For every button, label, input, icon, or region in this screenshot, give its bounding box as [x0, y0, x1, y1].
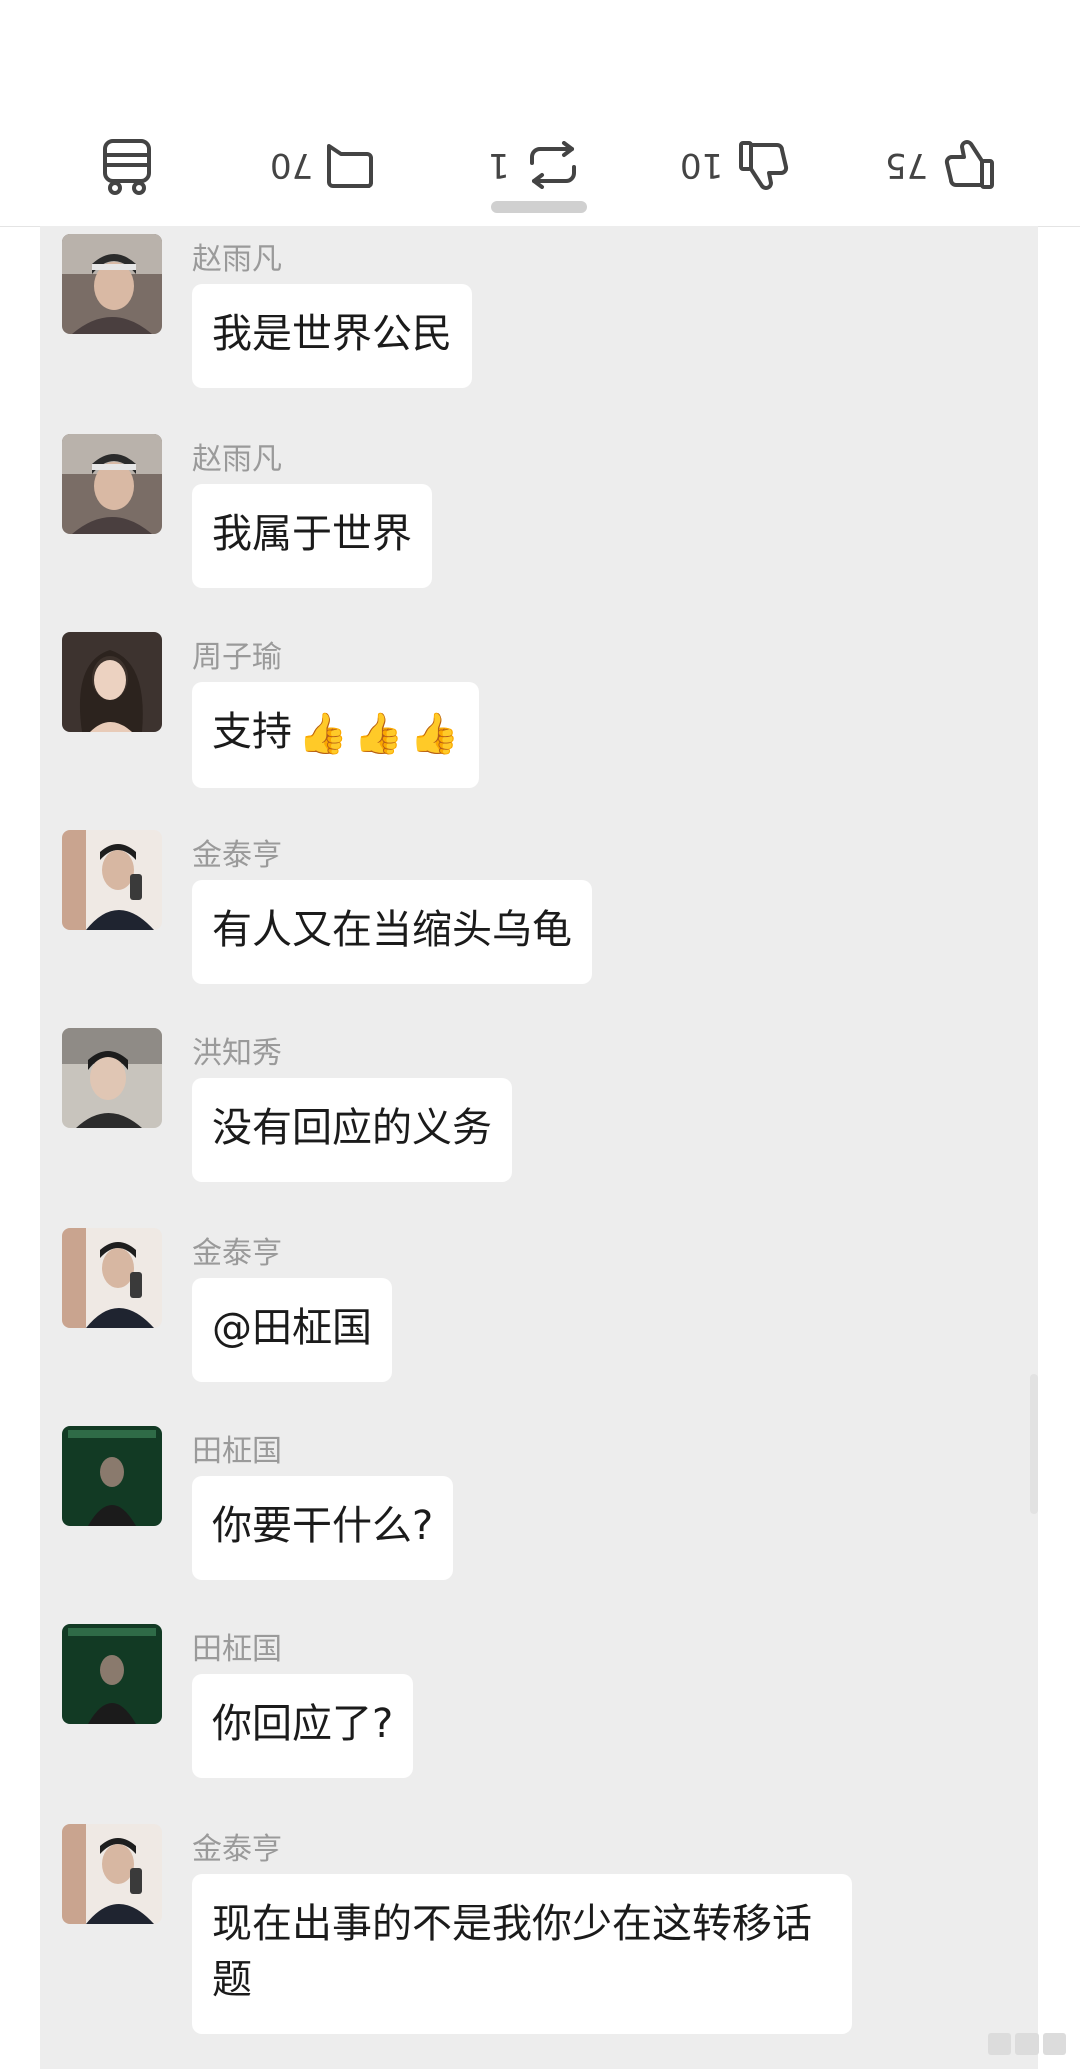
sender-name: 赵雨凡 — [192, 242, 282, 277]
thumbs-up-icon — [942, 137, 996, 193]
sender-name: 金泰亨 — [192, 838, 282, 873]
dislike-count: 10 — [680, 145, 724, 185]
sender-name: 田柾国 — [192, 1434, 282, 1469]
post-action-bar: 70 1 10 75 — [0, 0, 1080, 227]
message-bubble[interactable]: 没有回应的义务 — [192, 1078, 512, 1182]
drag-handle[interactable] — [491, 201, 587, 213]
user-avatar-icon[interactable] — [62, 830, 162, 930]
album-avatar-icon[interactable] — [62, 1624, 162, 1724]
scrollbar[interactable] — [1030, 1374, 1038, 1514]
thumbs-up-emoji-icon: 👍 — [353, 711, 404, 757]
comment-button[interactable]: 70 — [270, 130, 375, 200]
user-avatar-icon[interactable] — [62, 434, 162, 534]
repost-count: 1 — [488, 145, 510, 185]
user-avatar-icon[interactable] — [62, 1028, 162, 1128]
sender-name: 赵雨凡 — [192, 442, 282, 477]
message-text: 支持 — [212, 709, 292, 755]
user-avatar-icon[interactable] — [62, 632, 162, 732]
thumbs-up-emoji-icon: 👍 — [298, 711, 348, 757]
repost-button[interactable]: 1 — [488, 130, 582, 200]
chat-area[interactable]: 赵雨凡 我是世界公民 赵雨凡 我属于世界 周子瑜 支持 👍 👍 👍 金泰亨 有人… — [40, 226, 1038, 2069]
album-avatar-icon[interactable] — [62, 1426, 162, 1526]
message-bubble[interactable]: 我是世界公民 — [192, 284, 472, 388]
message-bubble[interactable]: 有人又在当缩头乌龟 — [192, 880, 592, 984]
sender-name: 金泰亨 — [192, 1236, 282, 1271]
user-avatar-icon[interactable] — [62, 234, 162, 334]
share-button[interactable] — [100, 130, 154, 200]
message-bubble[interactable]: 你要干什么? — [192, 1476, 454, 1580]
sender-name: 田柾国 — [192, 1632, 282, 1667]
share-icon — [100, 135, 154, 195]
repost-icon — [524, 141, 582, 189]
message-bubble[interactable]: 支持 👍 👍 👍 — [192, 682, 480, 788]
thumbs-down-icon — [737, 137, 791, 193]
user-avatar-icon[interactable] — [62, 1824, 162, 1924]
comment-count: 70 — [270, 145, 314, 185]
like-count: 75 — [885, 145, 929, 185]
sender-name: 金泰亨 — [192, 1832, 282, 1867]
message-bubble[interactable]: 你回应了? — [192, 1674, 414, 1778]
like-button[interactable]: 75 — [885, 130, 996, 200]
thumbs-up-emoji-icon: 👍 — [409, 711, 460, 757]
watermark — [988, 2033, 1066, 2055]
thumbs-up-emoji-group: 👍 👍 👍 — [298, 706, 459, 762]
message-bubble[interactable]: 现在出事的不是我你少在这转移话题 — [192, 1874, 852, 2034]
sender-name: 洪知秀 — [192, 1036, 282, 1071]
message-bubble[interactable]: 我属于世界 — [192, 484, 432, 588]
dislike-button[interactable]: 10 — [680, 130, 791, 200]
sender-name: 周子瑜 — [192, 640, 282, 675]
message-bubble[interactable]: @田柾国 — [192, 1278, 392, 1382]
user-avatar-icon[interactable] — [62, 1228, 162, 1328]
comment-icon — [327, 140, 375, 190]
